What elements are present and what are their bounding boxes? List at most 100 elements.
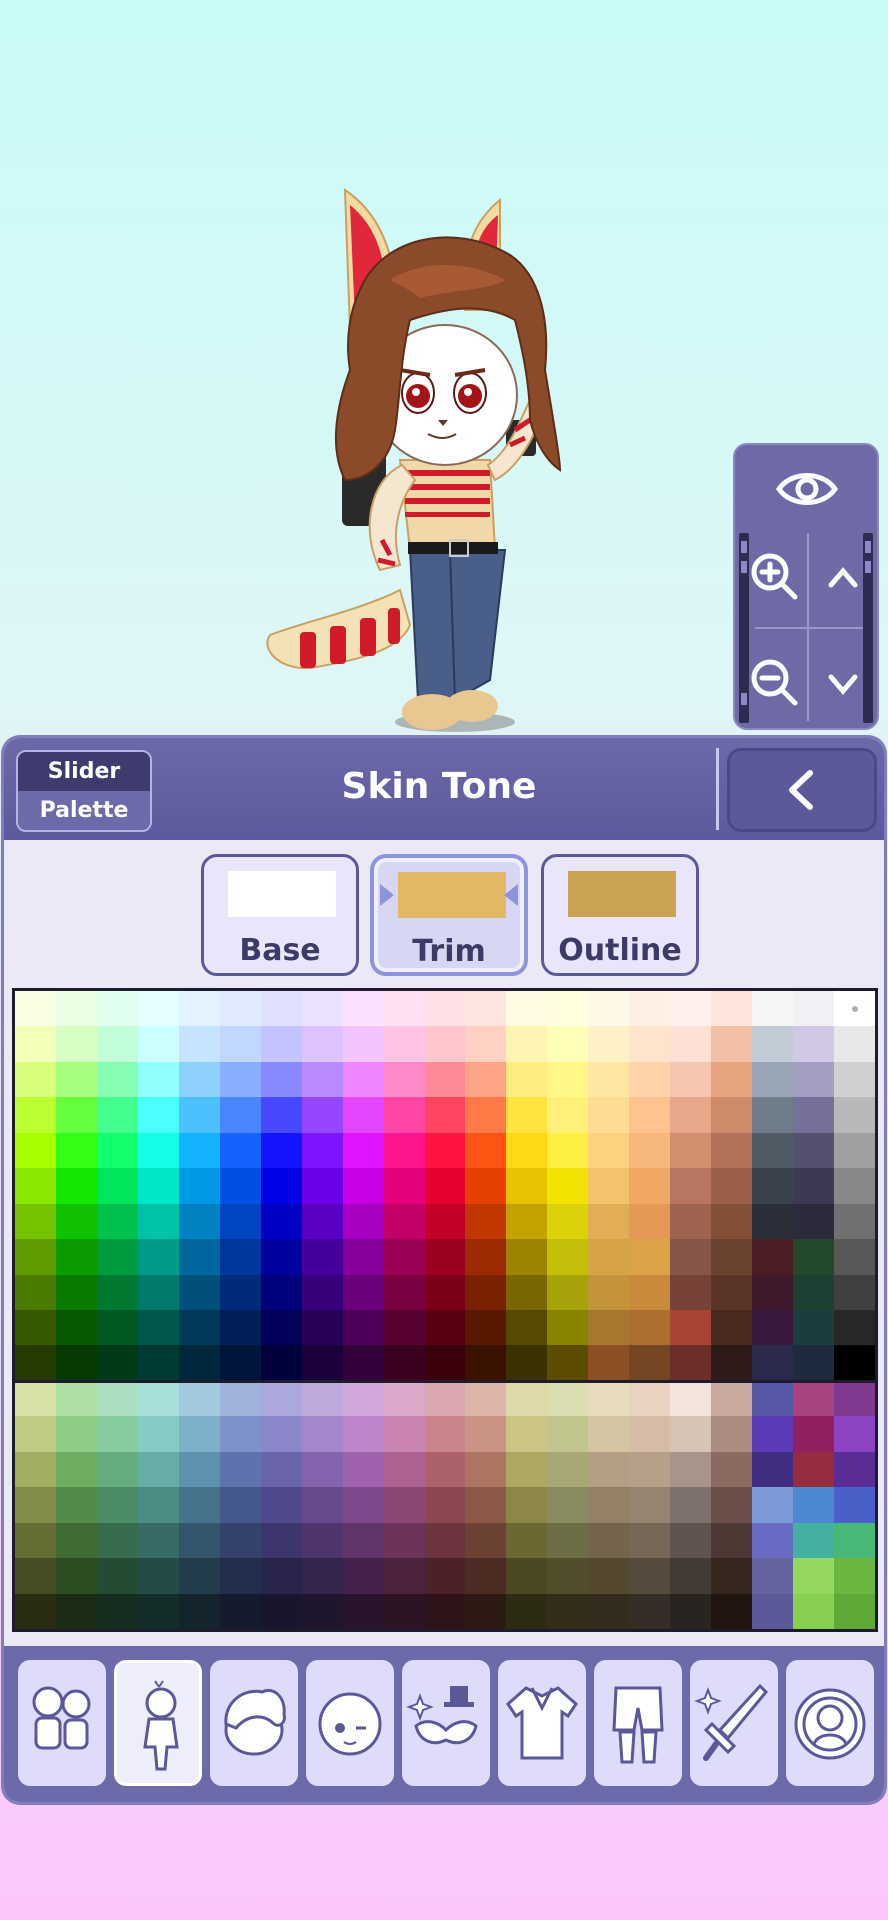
color-swatch[interactable] xyxy=(711,1522,753,1559)
color-swatch[interactable] xyxy=(834,1522,875,1559)
color-swatch[interactable] xyxy=(629,1522,671,1559)
color-swatch[interactable] xyxy=(301,1310,343,1346)
color-swatch[interactable] xyxy=(752,991,794,1027)
color-swatch[interactable] xyxy=(96,1487,138,1524)
color-swatch[interactable] xyxy=(260,1168,302,1205)
color-swatch[interactable] xyxy=(383,1416,425,1453)
color-swatch[interactable] xyxy=(834,1061,875,1098)
color-swatch[interactable] xyxy=(55,1026,97,1063)
color-swatch[interactable] xyxy=(301,1380,343,1417)
color-swatch[interactable] xyxy=(383,1061,425,1098)
color-swatch[interactable] xyxy=(465,1061,507,1098)
color-swatch[interactable] xyxy=(752,1380,794,1417)
color-swatch[interactable] xyxy=(711,1168,753,1205)
color-swatch[interactable] xyxy=(424,991,466,1027)
color-swatch[interactable] xyxy=(55,1522,97,1559)
color-swatch[interactable] xyxy=(342,1132,384,1169)
color-swatch[interactable] xyxy=(834,1203,875,1240)
color-swatch[interactable] xyxy=(793,1593,835,1629)
color-swatch[interactable] xyxy=(424,1345,466,1382)
color-swatch[interactable] xyxy=(752,1203,794,1240)
color-swatch[interactable] xyxy=(15,1274,56,1311)
color-swatch[interactable] xyxy=(506,1132,548,1169)
color-swatch[interactable] xyxy=(711,1345,753,1382)
color-swatch[interactable] xyxy=(424,1239,466,1276)
color-swatch[interactable] xyxy=(588,1274,630,1311)
color-swatch[interactable] xyxy=(219,1026,261,1063)
color-swatch[interactable] xyxy=(588,1380,630,1417)
color-swatch[interactable] xyxy=(137,991,179,1027)
color-swatch[interactable] xyxy=(465,1522,507,1559)
color-swatch[interactable] xyxy=(793,1132,835,1169)
color-swatch[interactable] xyxy=(219,1593,261,1629)
color-swatch[interactable] xyxy=(383,1274,425,1311)
color-swatch[interactable] xyxy=(629,1168,671,1205)
color-swatch[interactable] xyxy=(793,1203,835,1240)
color-swatch[interactable] xyxy=(670,1168,712,1205)
color-swatch[interactable] xyxy=(55,1593,97,1629)
color-swatch[interactable] xyxy=(752,1132,794,1169)
color-swatch[interactable] xyxy=(711,1203,753,1240)
color-swatch[interactable] xyxy=(670,1451,712,1488)
color-swatch[interactable] xyxy=(547,1487,589,1524)
color-swatch[interactable] xyxy=(629,1097,671,1134)
color-swatch[interactable] xyxy=(834,1593,875,1629)
color-swatch[interactable] xyxy=(465,1487,507,1524)
color-swatch[interactable] xyxy=(178,1061,220,1098)
color-swatch[interactable] xyxy=(219,1168,261,1205)
color-swatch[interactable] xyxy=(260,1274,302,1311)
color-swatch[interactable] xyxy=(96,991,138,1027)
color-swatch[interactable] xyxy=(178,1451,220,1488)
color-swatch[interactable] xyxy=(670,1487,712,1524)
color-swatch[interactable] xyxy=(793,1310,835,1346)
color-swatch[interactable] xyxy=(424,1097,466,1134)
color-swatch[interactable] xyxy=(219,1097,261,1134)
color-swatch[interactable] xyxy=(260,1593,302,1629)
color-swatch[interactable] xyxy=(588,1239,630,1276)
color-swatch[interactable] xyxy=(383,1097,425,1134)
color-swatch[interactable] xyxy=(342,1416,384,1453)
color-swatch[interactable] xyxy=(711,1416,753,1453)
color-swatch[interactable] xyxy=(547,1310,589,1346)
eye-icon[interactable] xyxy=(775,457,839,521)
color-swatch[interactable] xyxy=(342,1239,384,1276)
color-swatch[interactable] xyxy=(15,991,56,1027)
color-swatch[interactable] xyxy=(834,1380,875,1417)
color-swatch[interactable] xyxy=(96,1097,138,1134)
color-swatch[interactable] xyxy=(96,1203,138,1240)
color-swatch[interactable] xyxy=(342,1522,384,1559)
color-swatch[interactable] xyxy=(752,1097,794,1134)
zoom-in-icon[interactable] xyxy=(747,549,803,605)
color-swatch[interactable] xyxy=(670,1593,712,1629)
color-swatch[interactable] xyxy=(342,1061,384,1098)
color-swatch[interactable] xyxy=(588,1168,630,1205)
color-swatch[interactable] xyxy=(219,1380,261,1417)
color-swatch[interactable] xyxy=(301,1345,343,1382)
palette-mode-button[interactable]: Palette xyxy=(18,791,150,830)
color-swatch[interactable] xyxy=(137,1310,179,1346)
nav-hair-button[interactable] xyxy=(210,1660,298,1786)
color-swatch[interactable] xyxy=(670,1203,712,1240)
color-swatch[interactable] xyxy=(711,1239,753,1276)
color-swatch[interactable] xyxy=(137,1203,179,1240)
color-swatch[interactable] xyxy=(15,1310,56,1346)
color-swatch[interactable] xyxy=(96,1274,138,1311)
color-swatch[interactable] xyxy=(96,1239,138,1276)
color-swatch[interactable] xyxy=(178,1416,220,1453)
nav-body-button[interactable] xyxy=(114,1660,202,1786)
color-swatch[interactable] xyxy=(465,1310,507,1346)
color-swatch[interactable] xyxy=(219,1451,261,1488)
color-swatch[interactable] xyxy=(506,1097,548,1134)
color-swatch[interactable] xyxy=(834,1416,875,1453)
color-swatch[interactable] xyxy=(588,1345,630,1382)
color-swatch[interactable] xyxy=(424,1132,466,1169)
color-swatch[interactable] xyxy=(301,1239,343,1276)
color-swatch[interactable] xyxy=(342,1487,384,1524)
color-swatch[interactable] xyxy=(55,1097,97,1134)
color-swatch[interactable] xyxy=(260,1558,302,1595)
color-swatch[interactable] xyxy=(834,1097,875,1134)
color-swatch[interactable] xyxy=(629,1274,671,1311)
color-swatch[interactable] xyxy=(55,1310,97,1346)
color-swatch[interactable] xyxy=(424,1168,466,1205)
color-swatch[interactable] xyxy=(342,1310,384,1346)
